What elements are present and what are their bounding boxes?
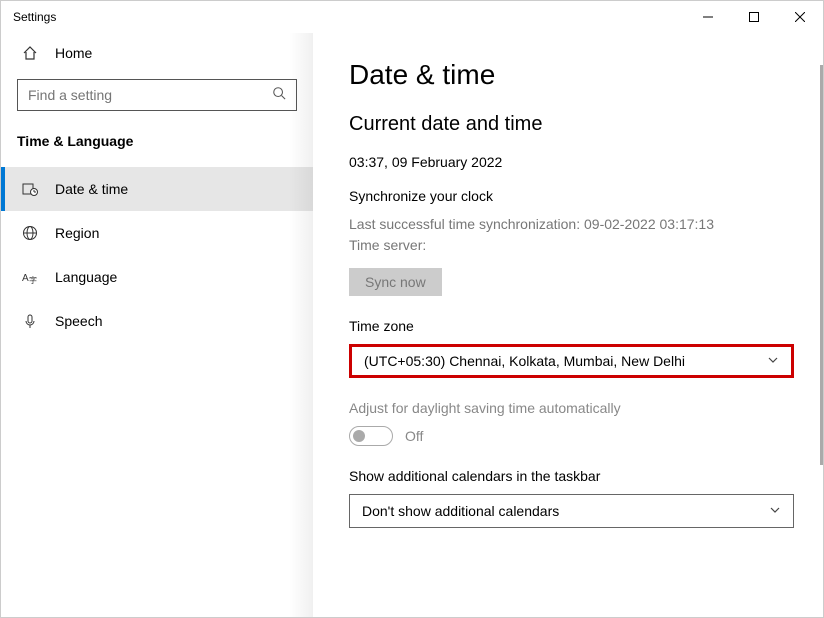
timezone-label: Time zone [349,318,785,334]
time-server-text: Time server: [349,235,785,256]
current-datetime-value: 03:37, 09 February 2022 [349,154,785,170]
sidebar-item-label: Region [55,225,99,241]
svg-text:A: A [22,273,29,284]
dst-state: Off [405,428,423,444]
search-field[interactable] [28,87,272,103]
last-sync-text: Last successful time synchronization: 09… [349,214,785,235]
date-time-icon [21,181,39,197]
home-label: Home [55,45,92,61]
globe-icon [21,225,39,241]
main-content: Date & time Current date and time 03:37,… [313,33,823,617]
close-button[interactable] [777,1,823,33]
search-icon [272,86,286,105]
additional-calendars-label: Show additional calendars in the taskbar [349,468,785,484]
additional-calendars-value: Don't show additional calendars [362,503,559,519]
sidebar: Home Time & Language Date & time Region … [1,33,313,617]
sidebar-item-speech[interactable]: Speech [1,299,313,343]
sync-now-button[interactable]: Sync now [349,268,442,296]
sidebar-item-label: Date & time [55,181,128,197]
window-controls [685,1,823,33]
page-title: Date & time [349,59,785,91]
additional-calendars-select[interactable]: Don't show additional calendars [349,494,794,528]
language-icon: A字 [21,269,39,285]
dst-label: Adjust for daylight saving time automati… [349,400,785,416]
home-icon [21,45,39,61]
maximize-button[interactable] [731,1,777,33]
window-title: Settings [13,10,56,24]
sidebar-item-region[interactable]: Region [1,211,313,255]
scrollbar-thumb[interactable] [820,65,823,465]
sidebar-item-label: Language [55,269,117,285]
svg-text:字: 字 [29,275,37,285]
dst-toggle[interactable] [349,426,393,446]
sidebar-item-label: Speech [55,313,102,329]
sidebar-item-date-time[interactable]: Date & time [1,167,313,211]
timezone-value: (UTC+05:30) Chennai, Kolkata, Mumbai, Ne… [364,353,685,369]
sync-heading: Synchronize your clock [349,188,785,204]
current-datetime-heading: Current date and time [349,113,785,136]
minimize-button[interactable] [685,1,731,33]
chevron-down-icon [769,503,781,519]
microphone-icon [21,313,39,329]
search-input[interactable] [17,79,297,111]
timezone-select[interactable]: (UTC+05:30) Chennai, Kolkata, Mumbai, Ne… [349,344,794,378]
category-heading: Time & Language [1,129,313,167]
home-nav[interactable]: Home [1,33,313,73]
nav-list: Date & time Region A字 Language Speech [1,167,313,343]
chevron-down-icon [767,353,779,369]
sidebar-item-language[interactable]: A字 Language [1,255,313,299]
